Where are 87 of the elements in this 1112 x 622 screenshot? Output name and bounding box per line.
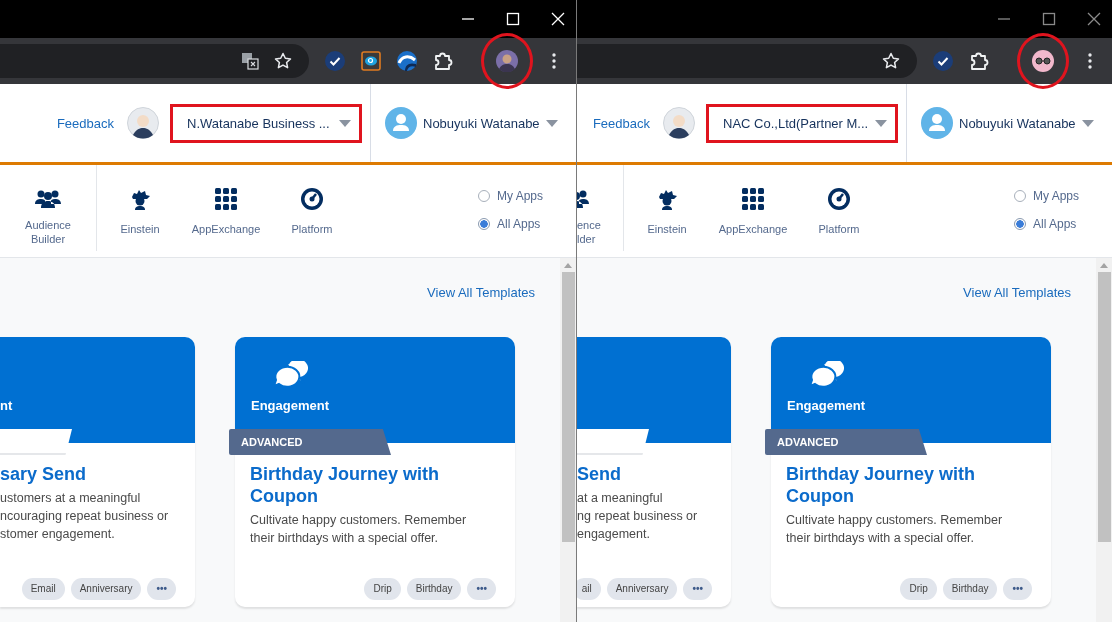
radio-option[interactable]: All Apps: [1014, 217, 1112, 231]
user-menu[interactable]: Nobuyuki Watanabe: [423, 115, 540, 131]
radio-button[interactable]: [1014, 190, 1026, 202]
grid-icon: [742, 188, 764, 210]
puzzle-icon[interactable]: [969, 51, 989, 71]
maximize-button[interactable]: [1042, 12, 1056, 26]
radio-option[interactable]: All Apps: [478, 217, 576, 231]
more-icon[interactable]: [552, 53, 556, 69]
magnifier-icon[interactable]: [361, 51, 381, 71]
gauge-icon: [301, 188, 323, 210]
radio-option[interactable]: My Apps: [1014, 189, 1112, 203]
card-title: Send: [577, 463, 622, 485]
scrollbar-thumb[interactable]: [561, 272, 575, 542]
user-menu[interactable]: Nobuyuki Watanabe: [959, 115, 1076, 131]
tag: Birthday: [406, 578, 462, 600]
people-icon: [35, 188, 61, 208]
assistant-avatar: [127, 107, 159, 139]
org-dropdown[interactable]: NAC Co.,Ltd(Partner M...: [706, 103, 898, 143]
tag: Drip: [900, 578, 937, 600]
app-tile[interactable]: Einstein: [624, 165, 710, 257]
scrollbar[interactable]: [560, 258, 576, 622]
caret-icon: [339, 119, 351, 127]
feedback-link[interactable]: Feedback: [592, 115, 650, 131]
app-tile[interactable]: Platform: [269, 165, 355, 257]
card-description: Cultivate happy customers. Remember their birthdays with a special offer.: [250, 512, 468, 547]
assistant-avatar: [663, 107, 695, 139]
radio-button[interactable]: [478, 218, 490, 230]
level-ribbon: [0, 429, 72, 455]
profile-avatar[interactable]: [1032, 50, 1054, 72]
tag: Anniversary: [70, 578, 142, 600]
template-card[interactable]: nt sary Send ustomers at a meaningful ncouraging repeat business or stomer engagement. Email Anniversary •••: [0, 337, 195, 607]
person-icon: [129, 188, 151, 210]
card-description: at a meaningful ng repeat business or engagement.: [577, 490, 699, 543]
wave-icon[interactable]: [397, 51, 417, 71]
address-bar[interactable]: [0, 44, 309, 78]
caret-icon: [875, 119, 887, 127]
radio-button[interactable]: [478, 190, 490, 202]
card-description: Cultivate happy customers. Remember their birthdays with a special offer.: [786, 512, 1004, 547]
tag: ail: [577, 578, 601, 600]
card-title: Birthday Journey with Coupon: [250, 463, 441, 507]
app-tile[interactable]: Einstein: [97, 165, 183, 257]
check-icon[interactable]: [933, 51, 953, 71]
view-all-link[interactable]: View All Templates: [963, 285, 1071, 310]
chat-icon: [808, 361, 844, 389]
category-label: Engagement: [251, 398, 330, 413]
puzzle-icon[interactable]: [433, 51, 453, 71]
check-icon[interactable]: [325, 51, 345, 71]
profile-avatar[interactable]: [496, 50, 518, 72]
feedback-link[interactable]: Feedback: [56, 115, 114, 131]
translate-icon[interactable]: [241, 52, 259, 70]
more-button[interactable]: •••: [1003, 578, 1032, 600]
template-card[interactable]: Send at a meaningful ng repeat business or engagement. ail Anniversary •••: [577, 337, 731, 607]
more-button[interactable]: •••: [683, 578, 712, 600]
category-label: nt: [0, 398, 14, 413]
gauge-icon: [828, 188, 850, 210]
app-tile[interactable]: AppExchange: [183, 165, 269, 257]
tag: Drip: [364, 578, 401, 600]
org-dropdown[interactable]: N.Watanabe Business ...: [170, 103, 362, 143]
tag: Anniversary: [606, 578, 678, 600]
more-icon[interactable]: [1088, 53, 1092, 69]
tag: Email: [21, 578, 65, 600]
person-icon: [656, 188, 678, 210]
view-all-link[interactable]: View All Templates: [427, 285, 535, 310]
app-tile[interactable]: Audience Builder: [0, 165, 97, 251]
caret-icon[interactable]: [545, 119, 558, 127]
radio-option[interactable]: My Apps: [478, 189, 576, 203]
card-description: ustomers at a meaningful ncouraging repeat business or stomer engagement.: [0, 490, 170, 543]
star-icon[interactable]: [882, 52, 900, 70]
grid-icon: [215, 188, 237, 210]
close-button[interactable]: [1087, 12, 1101, 26]
tag: Birthday: [942, 578, 998, 600]
level-ribbon: ADVANCED: [765, 429, 927, 455]
star-icon[interactable]: [274, 52, 292, 70]
card-title: Birthday Journey with Coupon: [786, 463, 977, 507]
scrollbar[interactable]: [1096, 258, 1112, 622]
radio-button[interactable]: [1014, 218, 1026, 230]
chat-icon: [272, 361, 308, 389]
card-title: sary Send: [0, 463, 88, 485]
level-ribbon: ADVANCED: [229, 429, 391, 455]
app-tile[interactable]: Platform: [796, 165, 882, 257]
more-button[interactable]: •••: [147, 578, 176, 600]
category-label: Engagement: [787, 398, 866, 413]
app-tile[interactable]: AppExchange: [710, 165, 796, 257]
caret-icon[interactable]: [1081, 119, 1094, 127]
more-button[interactable]: •••: [467, 578, 496, 600]
scrollbar-thumb[interactable]: [1097, 272, 1111, 542]
app-tile[interactable]: ence lder: [577, 165, 624, 251]
